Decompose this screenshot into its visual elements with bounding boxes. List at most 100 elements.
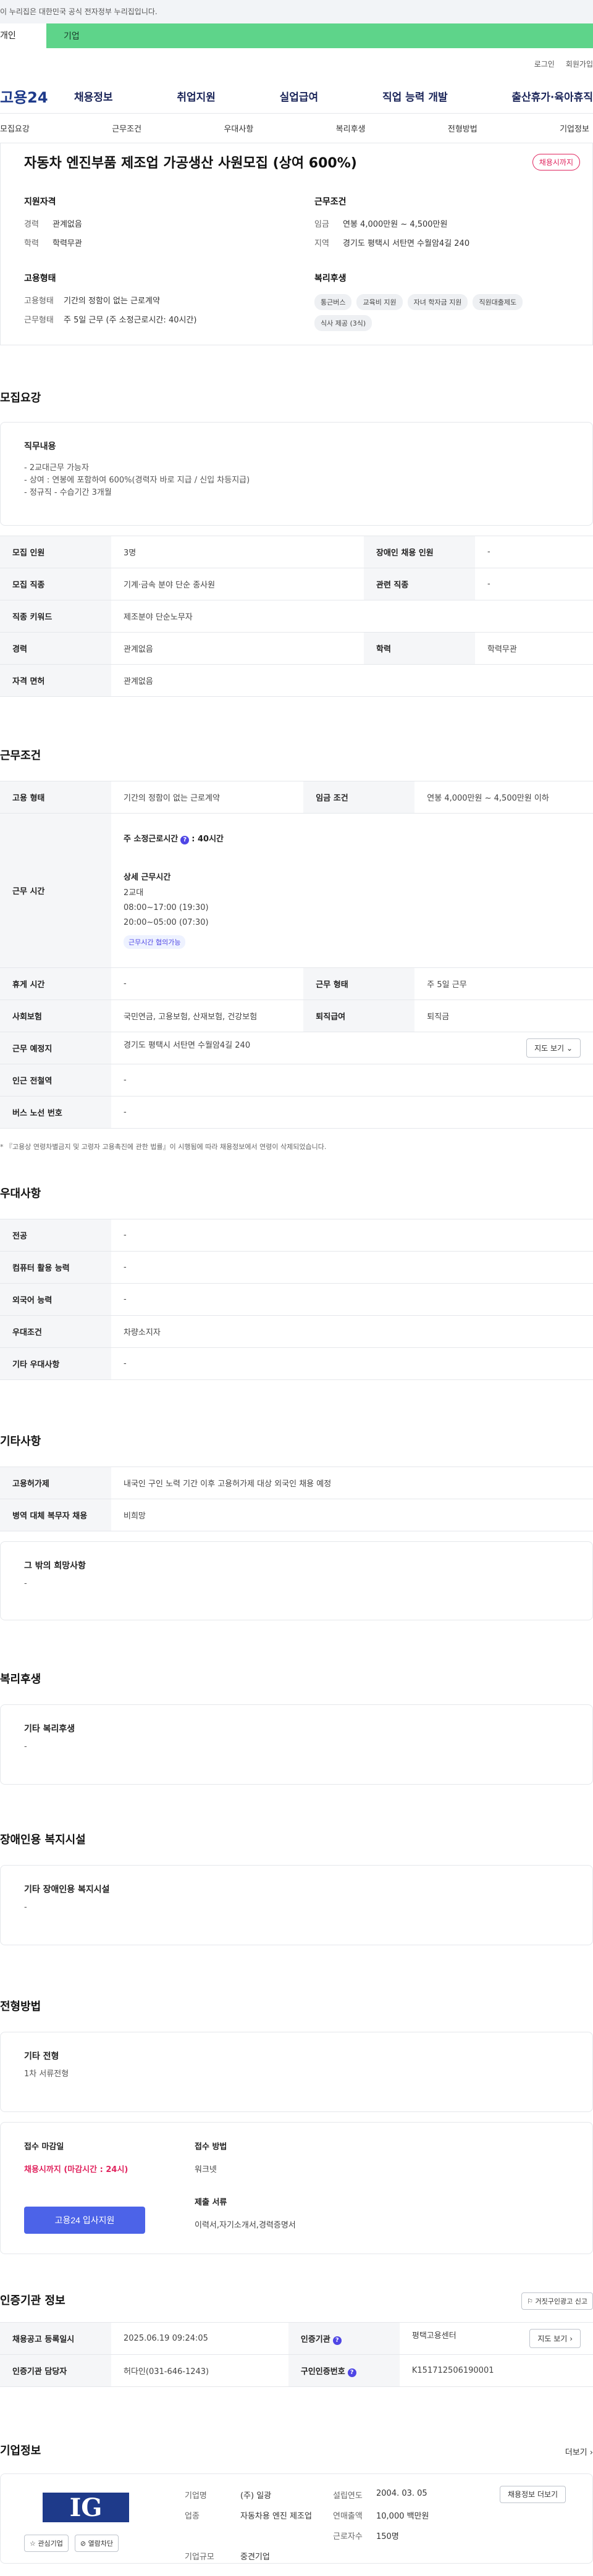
summary-emptype-label: 고용형태: [24, 297, 54, 306]
help-icon[interactable]: ?: [347, 2368, 356, 2377]
cell-label: 컴퓨터 활용 능력: [0, 1251, 111, 1284]
summary-hours-label: 근무형태: [24, 316, 54, 325]
subnav-company[interactable]: 기업정보: [560, 122, 589, 134]
cell-label: 퇴직급여: [303, 1000, 415, 1032]
help-icon[interactable]: ?: [180, 836, 190, 844]
job-summary-card: 자동차 엔진부품 제조업 가공생산 사원모집 (상여 600%) 채용시까지 지…: [0, 143, 593, 345]
cell-label: 인근 전철역: [0, 1064, 111, 1096]
agency-map-button[interactable]: 지도 보기 ›: [529, 2329, 581, 2348]
cell-label: 채용공고 등록일시: [0, 2322, 111, 2355]
report-button[interactable]: ⚐ 거짓구인광고 신고: [521, 2292, 593, 2310]
subnav-recruit[interactable]: 모집요강: [0, 122, 30, 134]
apply-button[interactable]: 고용24 입사지원: [24, 2207, 145, 2234]
summary-emptype-value: 기간의 정함이 없는 근로계약: [64, 297, 160, 306]
subnav-pref[interactable]: 우대사항: [224, 122, 253, 134]
cell-value: 차량소지자: [111, 1315, 593, 1348]
block-company-button[interactable]: ⊘ 열람차단: [74, 2535, 119, 2552]
utility-links: 로그인 회원가입: [0, 48, 593, 79]
star-icon: ☆: [30, 2540, 36, 2548]
deadline-heading: 접수 마감일: [24, 2142, 64, 2152]
welfare-heading: 기타 복리후생: [24, 1724, 75, 1734]
help-icon[interactable]: ?: [332, 2336, 342, 2345]
menu-leave[interactable]: 출산휴가·육아휴직: [511, 88, 593, 104]
agency-org-label: 인증기관: [300, 2334, 330, 2344]
subnav-welfare[interactable]: 복리후생: [336, 122, 366, 134]
block-icon: ⊘: [80, 2540, 86, 2548]
cell-value: 주 5일 근무: [414, 967, 593, 1000]
cell-label: 인증기관?: [288, 2322, 400, 2355]
table-row: 경력 관계없음 학력 학력무관: [0, 632, 593, 665]
cell-label: 버스 노선 번호: [0, 1096, 111, 1129]
company-more-label: 더보기: [565, 2448, 587, 2457]
menu-unemployment[interactable]: 실업급여: [280, 88, 319, 104]
menu-employment-support[interactable]: 취업지원: [177, 88, 216, 104]
summary-wage-label: 임금: [314, 220, 329, 229]
site-logo[interactable]: 고용24: [0, 85, 68, 107]
apply-box: 접수 마감일 채용시까지 (마감시간 : 24시) 고용24 입사지원 접수 방…: [0, 2122, 593, 2254]
company-more-link[interactable]: 더보기 ›: [565, 2446, 593, 2457]
table-row: 인증기관 담당자 허다인(031-646-1243) 구인인증번호? K1517…: [0, 2354, 593, 2387]
table-row: 자격 면허 관계없음: [0, 664, 593, 697]
audience-tabs: 개인 기업: [0, 23, 593, 48]
subnav-selection[interactable]: 전형방법: [448, 122, 477, 134]
table-row: 인근 전철역 -: [0, 1064, 593, 1096]
block-label: 열람차단: [88, 2540, 114, 2548]
cell-label: 기타 우대사항: [0, 1347, 111, 1380]
favorite-company-button[interactable]: ☆ 관심기업: [24, 2535, 69, 2552]
table-row: 외국어 능력 -: [0, 1283, 593, 1316]
apply-deadline-col: 접수 마감일 채용시까지 (마감시간 : 24시) 고용24 입사지원: [24, 2140, 145, 2234]
company-est-label: 설립연도: [333, 2491, 363, 2501]
signup-link[interactable]: 회원가입: [566, 59, 593, 69]
cell-value: 평택고용센터 지도 보기 ›: [399, 2322, 593, 2355]
detail-hours-line: 20:00~05:00 (07:30): [124, 918, 209, 927]
favorite-label: 관심기업: [38, 2540, 63, 2548]
cell-label: 관련 직종: [363, 568, 475, 600]
duty-heading: 직무내용: [24, 442, 56, 452]
subnav-work[interactable]: 근무조건: [112, 122, 141, 134]
method-value: 워크넷: [195, 2165, 217, 2174]
company-jobs-button[interactable]: 채용정보 더보기: [500, 2486, 566, 2503]
login-link[interactable]: 로그인: [534, 59, 555, 69]
cell-value: 제조분야 단순노무자: [111, 600, 593, 633]
cell-label: 고용 형태: [0, 781, 111, 814]
cell-value: -: [111, 1283, 593, 1316]
deadline-badge: 채용시까지: [532, 153, 580, 170]
tab-personal[interactable]: 개인: [0, 23, 46, 48]
company-logo-image: IG: [24, 2491, 148, 2523]
menu-training[interactable]: 직업 능력 개발: [382, 88, 448, 104]
tab-business[interactable]: 기업: [46, 30, 80, 42]
welfare-section-title: 복리후생: [0, 1673, 41, 1686]
recruit-table: 모집 인원 3명 장애인 채용 인원 - 모집 직종 기계·금속 분야 단순 종…: [0, 536, 593, 697]
cell-label: 인증기관 담당자: [0, 2354, 111, 2387]
detail-hours-line: 08:00~17:00 (19:30): [124, 903, 209, 912]
other-wishes-value: -: [24, 1579, 27, 1588]
hours-main-value: : 40시간: [191, 835, 224, 844]
map-button[interactable]: 지도 보기 ⌄: [526, 1038, 581, 1058]
disabled-heading: 기타 장애인용 복지시설: [24, 1885, 110, 1895]
cell-label: 자격 면허: [0, 664, 111, 697]
summary-employment: 고용형태 고용형태 기간의 정함이 없는 근로계약 근무형태 주 5일 근무 (주 …: [24, 272, 290, 332]
main-nav: 고용24 채용정보 취업지원 실업급여 직업 능력 개발 출산휴가·육아휴직: [0, 79, 593, 114]
cell-value: -: [474, 568, 593, 600]
table-row: 버스 노선 번호 -: [0, 1096, 593, 1129]
summary-emp-heading: 고용형태: [24, 274, 56, 284]
company-sales-value: 10,000 백만원: [376, 2512, 429, 2521]
summary-edu-label: 학력: [24, 239, 39, 248]
summary-edu-value: 학력무관: [53, 239, 82, 248]
cell-value: -: [111, 967, 304, 1000]
cell-value: 관계없음: [111, 632, 364, 665]
cell-label: 학력: [363, 632, 475, 665]
method-heading: 접수 방법: [195, 2142, 227, 2152]
cell-label: 장애인 채용 인원: [363, 536, 475, 568]
table-row: 고용 형태 기간의 정함이 없는 근로계약 임금 조건 연봉 4,000만원 ~…: [0, 781, 593, 814]
docs-heading: 제출 서류: [195, 2198, 227, 2207]
cell-value: 국민연금, 고용보험, 산재보험, 건강보험: [111, 1000, 304, 1032]
cell-label: 경력: [0, 632, 111, 665]
menu-jobs[interactable]: 채용정보: [74, 88, 113, 104]
summary-qual-heading: 지원자격: [24, 197, 56, 207]
cell-value: 연봉 4,000만원 ~ 4,500만원 이하: [414, 781, 593, 814]
cell-value: -: [111, 1347, 593, 1380]
main-menu: 채용정보 취업지원 실업급여 직업 능력 개발 출산휴가·육아휴직: [68, 88, 593, 104]
cell-label: 고용허가제: [0, 1467, 111, 1499]
cell-label: 외국어 능력: [0, 1283, 111, 1316]
